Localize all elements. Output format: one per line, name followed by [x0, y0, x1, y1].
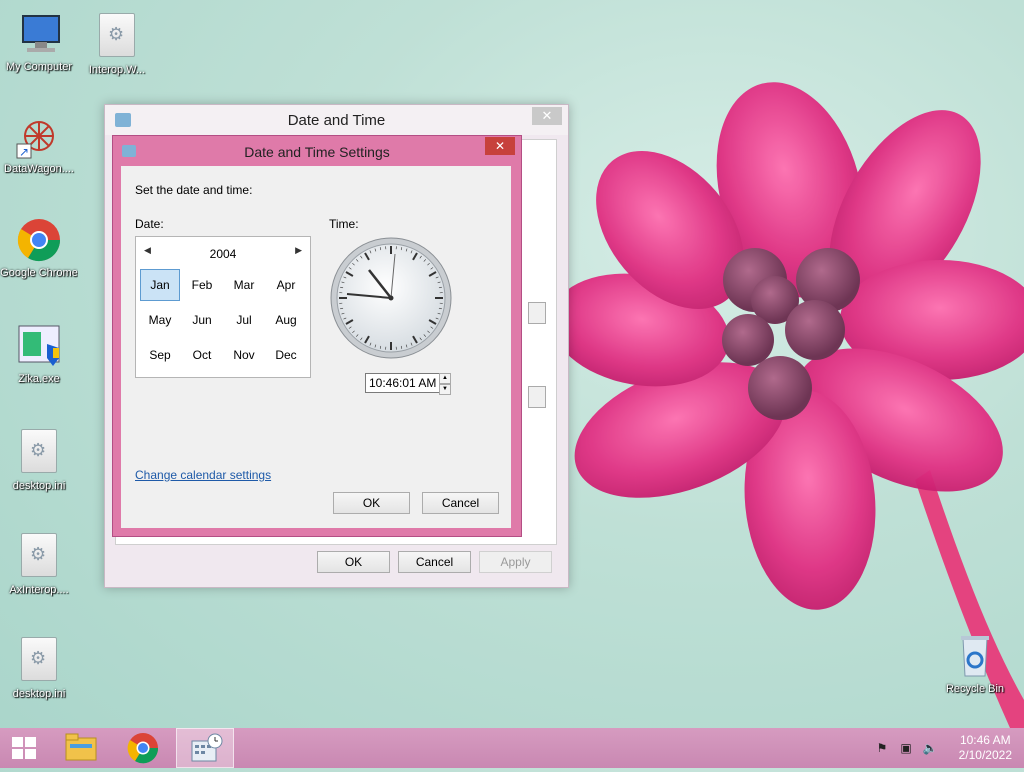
exe-icon	[15, 322, 63, 370]
desktop-icon-chrome[interactable]: Google Chrome	[0, 216, 78, 280]
file-explorer-icon	[52, 728, 110, 768]
datawagon-icon: ↗	[15, 112, 63, 160]
month-oct[interactable]: Oct	[182, 339, 222, 371]
apply-button[interactable]: Apply	[479, 551, 552, 573]
network-icon[interactable]: ▣	[898, 740, 914, 756]
instruction-text: Set the date and time:	[135, 183, 252, 197]
close-button[interactable]: ✕	[485, 137, 515, 155]
desktop-icon-my-computer[interactable]: My Computer	[0, 10, 78, 74]
chrome-icon	[114, 728, 172, 768]
next-year-button[interactable]: ▶	[295, 245, 302, 256]
taskbar-chrome[interactable]	[114, 728, 172, 768]
dialog-titlebar[interactable]: Date and Time Settings ✕	[113, 136, 521, 162]
desktop-icon-label: desktop.ini	[0, 687, 78, 701]
month-sep[interactable]: Sep	[140, 339, 180, 371]
volume-muted-icon[interactable]: 🔈	[922, 740, 938, 756]
desktop-icon-label: DataWagon....	[0, 162, 78, 176]
desktop-icon-label: Recycle Bin	[936, 682, 1014, 696]
month-mar[interactable]: Mar	[224, 269, 264, 301]
chrome-icon	[15, 216, 63, 264]
action-center-flag-icon[interactable]: ⚑	[874, 740, 890, 756]
month-jun[interactable]: Jun	[182, 304, 222, 336]
dialog-body: Set the date and time: Date: Time: ◀ 200…	[121, 166, 511, 528]
taskbar-date: 2/10/2022	[959, 748, 1012, 763]
dll-file-icon	[15, 533, 63, 581]
svg-text:↗: ↗	[19, 145, 29, 159]
date-time-icon	[177, 729, 235, 769]
window-titlebar[interactable]: Date and Time ✕	[105, 105, 568, 135]
time-spinner[interactable]: ▲ ▼	[439, 373, 451, 393]
date-label: Date:	[135, 217, 164, 231]
desktop-icon-axinterop[interactable]: AxInterop....	[0, 530, 78, 597]
start-button[interactable]	[0, 728, 48, 768]
time-label: Time:	[329, 217, 359, 231]
month-jul[interactable]: Jul	[224, 304, 264, 336]
month-nov[interactable]: Nov	[224, 339, 264, 371]
panel-button-1[interactable]	[528, 302, 546, 324]
month-apr[interactable]: Apr	[266, 269, 306, 301]
calendar: ◀ 2004 ▶ JanFebMarAprMayJunJulAugSepOctN…	[135, 236, 311, 378]
taskbar-time: 10:46 AM	[959, 733, 1012, 748]
change-calendar-settings-link[interactable]: Change calendar settings	[135, 468, 271, 482]
desktop-icon-interop[interactable]: Interop.W...	[78, 10, 156, 77]
month-aug[interactable]: Aug	[266, 304, 306, 336]
ok-button[interactable]: OK	[333, 492, 410, 514]
ok-button[interactable]: OK	[317, 551, 390, 573]
desktop-icon-zika[interactable]: Zika.exe	[0, 322, 78, 386]
window-title: Date and Time	[105, 112, 568, 129]
settings-file-icon	[15, 637, 63, 685]
month-jan[interactable]: Jan	[140, 269, 180, 301]
start-icon	[12, 737, 36, 759]
desktop-icon-label: My Computer	[0, 60, 78, 74]
month-may[interactable]: May	[140, 304, 180, 336]
calendar-year[interactable]: 2004	[136, 247, 310, 261]
desktop-icon-label: Zika.exe	[0, 372, 78, 386]
recycle-bin-icon	[951, 632, 999, 680]
cancel-button[interactable]: Cancel	[398, 551, 471, 573]
close-button[interactable]: ✕	[532, 107, 562, 125]
desktop-icon-datawagon[interactable]: ↗ DataWagon....	[0, 112, 78, 176]
desktop-icon-label: Google Chrome	[0, 266, 78, 280]
desktop-icon-recycle-bin[interactable]: Recycle Bin	[936, 632, 1014, 696]
cancel-button[interactable]: Cancel	[422, 492, 499, 514]
panel-button-2[interactable]	[528, 386, 546, 408]
desktop-icon-label: Interop.W...	[78, 63, 156, 77]
desktop-icon-desktop-ini-1[interactable]: desktop.ini	[0, 426, 78, 493]
taskbar-clock[interactable]: 10:46 AM 2/10/2022	[959, 733, 1012, 763]
desktop-icon-desktop-ini-2[interactable]: desktop.ini	[0, 634, 78, 701]
settings-file-icon	[15, 429, 63, 477]
taskbar-file-explorer[interactable]	[52, 728, 110, 768]
date-time-settings-dialog: Date and Time Settings ✕ Set the date an…	[112, 135, 522, 537]
spin-up-icon[interactable]: ▲	[439, 373, 451, 384]
month-feb[interactable]: Feb	[182, 269, 222, 301]
taskbar: ⚑ ▣ 🔈 10:46 AM 2/10/2022	[0, 728, 1024, 768]
desktop-icon-label: desktop.ini	[0, 479, 78, 493]
analog-clock	[329, 236, 453, 360]
desktop-icon-label: AxInterop....	[0, 583, 78, 597]
month-dec[interactable]: Dec	[266, 339, 306, 371]
dll-file-icon	[93, 13, 141, 61]
time-input[interactable]: 10:46:01 AM	[365, 373, 440, 393]
computer-icon	[15, 10, 63, 58]
taskbar-date-time[interactable]	[176, 728, 234, 768]
dialog-title: Date and Time Settings	[113, 144, 521, 160]
spin-down-icon[interactable]: ▼	[439, 384, 451, 395]
